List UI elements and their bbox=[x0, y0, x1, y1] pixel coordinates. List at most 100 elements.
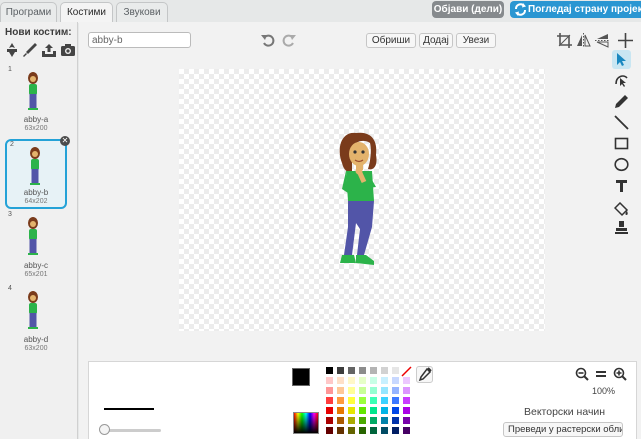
costume-item[interactable]: 1 abby-a 63x200 bbox=[5, 66, 67, 136]
palette-color-swatch[interactable] bbox=[402, 376, 411, 385]
stroke-width-slider-handle[interactable] bbox=[99, 424, 110, 435]
palette-color-swatch[interactable] bbox=[402, 406, 411, 415]
palette-color-swatch[interactable] bbox=[325, 406, 334, 415]
palette-color-swatch[interactable] bbox=[347, 406, 356, 415]
stamp-tool[interactable] bbox=[612, 218, 631, 237]
zoom-out-icon[interactable] bbox=[575, 367, 589, 381]
camera-icon[interactable] bbox=[60, 42, 76, 58]
palette-color-swatch[interactable] bbox=[347, 416, 356, 425]
primary-color-swatch[interactable] bbox=[292, 368, 310, 386]
palette-color-swatch[interactable] bbox=[347, 396, 356, 405]
palette-color-swatch[interactable] bbox=[380, 396, 389, 405]
clear-button[interactable]: Обриши bbox=[366, 33, 416, 48]
palette-color-swatch[interactable] bbox=[402, 386, 411, 395]
costume-item[interactable]: 4 abby-d 63x200 bbox=[5, 285, 67, 355]
pencil-tool[interactable] bbox=[612, 92, 631, 111]
palette-color-swatch[interactable] bbox=[336, 396, 345, 405]
palette-color-swatch[interactable] bbox=[358, 376, 367, 385]
sprite-library-icon[interactable] bbox=[4, 42, 20, 58]
see-project-page-button[interactable]: Погледај страну пројекта bbox=[510, 1, 641, 18]
palette-color-swatch[interactable] bbox=[336, 386, 345, 395]
palette-color-swatch[interactable] bbox=[347, 376, 356, 385]
palette-color-swatch[interactable] bbox=[369, 426, 378, 435]
tab-sounds[interactable]: Звукови bbox=[116, 2, 168, 22]
eyedropper-button[interactable] bbox=[416, 366, 433, 383]
palette-color-swatch[interactable] bbox=[358, 396, 367, 405]
palette-color-swatch[interactable] bbox=[347, 366, 356, 375]
palette-color-swatch[interactable] bbox=[380, 426, 389, 435]
palette-color-swatch[interactable] bbox=[380, 376, 389, 385]
palette-color-swatch[interactable] bbox=[391, 366, 400, 375]
palette-color-swatch[interactable] bbox=[325, 366, 334, 375]
palette-color-swatch[interactable] bbox=[358, 366, 367, 375]
palette-color-swatch[interactable] bbox=[391, 426, 400, 435]
rectangle-tool[interactable] bbox=[612, 134, 631, 153]
palette-color-swatch[interactable] bbox=[347, 386, 356, 395]
costume-name-input[interactable] bbox=[88, 32, 191, 48]
palette-color-swatch[interactable] bbox=[358, 416, 367, 425]
palette-color-swatch[interactable] bbox=[380, 366, 389, 375]
drawing-canvas[interactable] bbox=[179, 69, 545, 331]
palette-color-swatch[interactable] bbox=[369, 406, 378, 415]
line-tool[interactable] bbox=[612, 113, 631, 132]
palette-color-swatch[interactable] bbox=[391, 416, 400, 425]
zoom-in-icon[interactable] bbox=[613, 367, 627, 381]
text-tool[interactable] bbox=[612, 176, 631, 195]
palette-color-swatch[interactable] bbox=[358, 426, 367, 435]
palette-color-swatch[interactable] bbox=[380, 386, 389, 395]
palette-color-swatch[interactable] bbox=[380, 406, 389, 415]
tab-scripts[interactable]: Програми bbox=[0, 2, 57, 22]
reshape-tool[interactable] bbox=[612, 70, 631, 89]
palette-color-swatch[interactable] bbox=[369, 386, 378, 395]
palette-color-swatch[interactable] bbox=[391, 396, 400, 405]
palette-color-swatch[interactable] bbox=[325, 416, 334, 425]
select-tool[interactable] bbox=[612, 50, 631, 69]
palette-color-swatch[interactable] bbox=[347, 426, 356, 435]
add-button[interactable]: Додај bbox=[419, 33, 453, 48]
palette-color-swatch[interactable] bbox=[336, 376, 345, 385]
upload-icon[interactable] bbox=[41, 42, 57, 58]
fill-tool[interactable] bbox=[612, 200, 631, 219]
palette-color-swatch[interactable] bbox=[336, 416, 345, 425]
palette-color-swatch[interactable] bbox=[336, 426, 345, 435]
costume-item[interactable]: 3 abby-c 65x201 bbox=[5, 211, 67, 281]
tab-costumes[interactable]: Костими bbox=[60, 2, 113, 23]
costume-item-selected[interactable]: 2 ✕ abby-b 64x202 bbox=[5, 136, 70, 209]
ellipse-tool[interactable] bbox=[612, 155, 631, 174]
palette-color-swatch[interactable] bbox=[369, 416, 378, 425]
paintbrush-icon[interactable] bbox=[22, 42, 38, 58]
no-color-icon[interactable] bbox=[401, 366, 412, 377]
palette-color-swatch[interactable] bbox=[402, 416, 411, 425]
text-icon bbox=[616, 180, 627, 192]
color-picker-gradient[interactable] bbox=[293, 412, 319, 434]
palette-color-swatch[interactable] bbox=[391, 386, 400, 395]
palette-color-swatch[interactable] bbox=[325, 376, 334, 385]
palette-color-swatch[interactable] bbox=[391, 406, 400, 415]
palette-color-swatch[interactable] bbox=[336, 366, 345, 375]
palette-color-swatch[interactable] bbox=[325, 396, 334, 405]
palette-color-swatch[interactable] bbox=[380, 416, 389, 425]
palette-color-swatch[interactable] bbox=[358, 406, 367, 415]
crop-icon[interactable] bbox=[556, 32, 573, 49]
palette-color-swatch[interactable] bbox=[325, 426, 334, 435]
zoom-reset-icon[interactable] bbox=[594, 367, 608, 381]
palette-color-swatch[interactable] bbox=[369, 396, 378, 405]
redo-icon[interactable] bbox=[281, 32, 297, 48]
palette-color-swatch[interactable] bbox=[402, 396, 411, 405]
delete-costume-icon[interactable]: ✕ bbox=[60, 136, 70, 146]
share-button[interactable]: Објави (дели) bbox=[432, 1, 504, 18]
palette-color-swatch[interactable] bbox=[358, 386, 367, 395]
palette-color-swatch[interactable] bbox=[369, 366, 378, 375]
stroke-width-slider-track[interactable] bbox=[104, 429, 161, 432]
import-button[interactable]: Увези bbox=[456, 33, 496, 48]
undo-icon[interactable] bbox=[260, 32, 276, 48]
convert-to-bitmap-button[interactable]: Преведи у растерски облик bbox=[503, 422, 623, 437]
set-center-icon[interactable] bbox=[617, 32, 634, 49]
flip-vertical-icon[interactable] bbox=[594, 32, 611, 49]
palette-color-swatch[interactable] bbox=[402, 426, 411, 435]
palette-color-swatch[interactable] bbox=[391, 376, 400, 385]
palette-color-swatch[interactable] bbox=[325, 386, 334, 395]
flip-horizontal-icon[interactable] bbox=[575, 32, 592, 49]
palette-color-swatch[interactable] bbox=[369, 376, 378, 385]
palette-color-swatch[interactable] bbox=[336, 406, 345, 415]
